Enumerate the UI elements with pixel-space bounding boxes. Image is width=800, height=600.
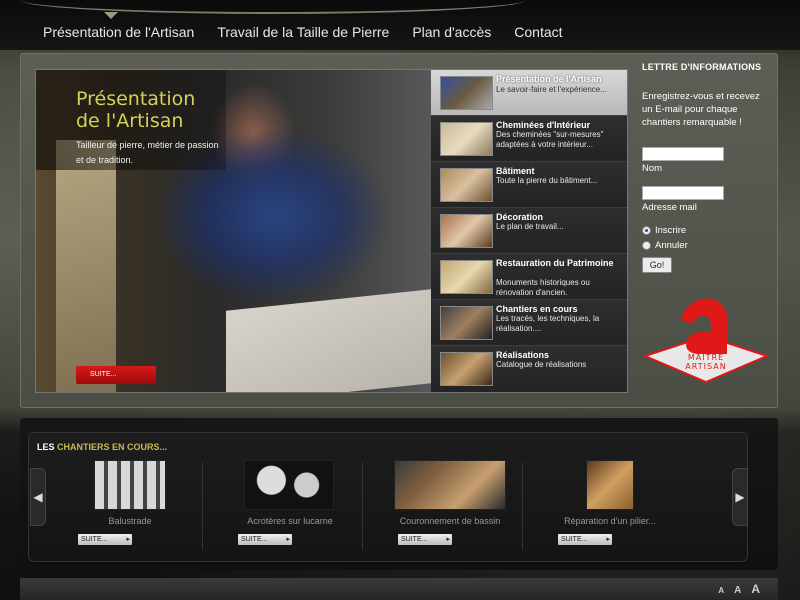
slide-item-desc: Monuments historiques ou rénovation d'an… bbox=[496, 278, 590, 297]
chevron-left-icon: ◀ bbox=[33, 490, 43, 504]
slide-item-decoration[interactable]: Décoration Le plan de travail... bbox=[431, 208, 627, 254]
slide-item-desc: Le savoir-faire et l'expérience... bbox=[496, 85, 607, 94]
radio-button-checked[interactable] bbox=[642, 226, 651, 235]
photo-stone-column bbox=[56, 140, 116, 392]
nav-item-presentation[interactable]: Présentation de l'Artisan bbox=[43, 24, 194, 40]
slide-item-desc: Des cheminées "sur-mesures" adaptées à v… bbox=[496, 130, 604, 149]
slide-item-title: Réalisations bbox=[496, 350, 550, 360]
slide-suite-button[interactable]: SUITE... bbox=[76, 366, 156, 384]
chantier-item-acroteres[interactable]: Acrotères sur lucarne SUITE... bbox=[210, 460, 370, 550]
nav-active-indicator bbox=[104, 12, 118, 19]
newsletter-heading-prefix: LETTRE bbox=[642, 62, 679, 72]
slide-item-desc: Le plan de travail... bbox=[496, 222, 564, 231]
radio-cancel[interactable]: Annuler bbox=[642, 240, 782, 251]
top-navigation: Présentation de l'Artisan Travail de la … bbox=[0, 0, 800, 50]
nav-decorative-arc bbox=[20, 0, 526, 14]
slide-thumb bbox=[440, 76, 493, 110]
nav-item-contact[interactable]: Contact bbox=[514, 24, 562, 40]
email-field[interactable] bbox=[642, 186, 724, 200]
newsletter-form: LETTRE D'INFORMATIONS Enregistrez-vous e… bbox=[642, 62, 782, 273]
font-size-large-button[interactable]: A bbox=[751, 582, 760, 596]
slide-item-chantiers[interactable]: Chantiers en cours Les tracés, les techn… bbox=[431, 300, 627, 346]
email-label: Adresse mail bbox=[642, 202, 697, 213]
radio-button-unchecked[interactable] bbox=[642, 241, 651, 250]
chantier-suite-button[interactable]: SUITE... bbox=[558, 534, 612, 545]
slide-item-batiment[interactable]: Bâtiment Toute la pierre du bâtiment... bbox=[431, 162, 627, 208]
carousel-divider bbox=[522, 462, 523, 550]
radio-cancel-label: Annuler bbox=[655, 240, 688, 251]
slide-item-title: Chantiers en cours bbox=[496, 304, 578, 314]
font-size-small-button[interactable]: A bbox=[718, 586, 724, 595]
slide-item-desc: Les tracés, les techniques, la réalisati… bbox=[496, 314, 600, 333]
newsletter-intro: Enregistrez-vous et recevez un E-mail po… bbox=[642, 91, 760, 128]
nav-menu: Présentation de l'Artisan Travail de la … bbox=[43, 24, 586, 40]
name-field[interactable] bbox=[642, 147, 724, 161]
slide-item-presentation[interactable]: Présentation de l'Artisan Le savoir-fair… bbox=[431, 70, 627, 116]
chantier-item-balustrade[interactable]: Balustrade SUITE... bbox=[50, 460, 210, 550]
slide-item-desc: Catalogue de réalisations bbox=[496, 360, 587, 369]
slide-list: Présentation de l'Artisan Le savoir-fair… bbox=[431, 70, 627, 392]
chantier-label: Couronnement de bassin bbox=[399, 516, 501, 526]
radio-subscribe-label: Inscrire bbox=[655, 225, 687, 236]
slide-item-realisations[interactable]: Réalisations Catalogue de réalisations bbox=[431, 346, 627, 392]
chantier-label: Balustrade bbox=[108, 516, 152, 526]
chantier-thumb bbox=[244, 460, 334, 510]
slide-photo-stonemason[interactable]: Présentation de l'Artisan Tailleur de pi… bbox=[36, 70, 431, 392]
slide-thumb bbox=[440, 306, 493, 340]
chantiers-heading-rest: CHANTIERS EN COURS... bbox=[57, 442, 168, 452]
slide-thumb bbox=[440, 168, 493, 202]
maitre-artisan-emblem: MAITRE ARTISAN bbox=[642, 298, 770, 384]
featured-slider: Présentation de l'Artisan Tailleur de pi… bbox=[35, 69, 628, 393]
chantier-suite-button[interactable]: SUITE... bbox=[78, 534, 132, 545]
nav-item-plan-acces[interactable]: Plan d'accès bbox=[412, 24, 491, 40]
chantier-thumb bbox=[586, 460, 634, 510]
chantier-suite-button[interactable]: SUITE... bbox=[398, 534, 452, 545]
newsletter-heading: LETTRE D'INFORMATIONS bbox=[642, 62, 782, 72]
chantier-label: Réparation d'un pilier... bbox=[564, 516, 656, 526]
slide-item-title: Bâtiment bbox=[496, 166, 535, 176]
slide-item-cheminees[interactable]: Cheminées d'Intérieur Des cheminées "sur… bbox=[431, 116, 627, 162]
slide-title: Présentation de l'Artisan bbox=[76, 88, 196, 132]
logo-line2: ARTISAN bbox=[685, 362, 726, 371]
nav-item-taille-pierre[interactable]: Travail de la Taille de Pierre bbox=[217, 24, 389, 40]
slide-thumb bbox=[440, 352, 493, 386]
slide-thumb bbox=[440, 260, 493, 294]
carousel-next-button[interactable]: ▶ bbox=[732, 468, 748, 526]
chantier-item-pilier[interactable]: Réparation d'un pilier... SUITE... bbox=[530, 460, 690, 550]
chantier-thumb bbox=[394, 460, 506, 510]
slide-item-title: Restauration du Patrimoine bbox=[496, 258, 614, 268]
go-button[interactable]: Go! bbox=[642, 257, 672, 273]
photo-stone-block bbox=[226, 289, 431, 392]
slide-thumb bbox=[440, 122, 493, 156]
carousel-prev-button[interactable]: ◀ bbox=[30, 468, 46, 526]
chantier-thumb bbox=[94, 460, 166, 510]
font-size-medium-button[interactable]: A bbox=[734, 585, 741, 596]
chantier-label: Acrotères sur lucarne bbox=[247, 516, 333, 526]
slide-item-title: Présentation de l'Artisan bbox=[496, 74, 602, 84]
chantiers-heading: LES CHANTIERS EN COURS... bbox=[37, 442, 167, 452]
radio-subscribe[interactable]: Inscrire bbox=[642, 225, 782, 236]
chevron-right-icon: ▶ bbox=[735, 490, 745, 504]
name-label: Nom bbox=[642, 163, 663, 174]
maitre-artisan-logo: MAITRE ARTISAN bbox=[642, 296, 770, 386]
slide-item-title: Décoration bbox=[496, 212, 544, 222]
slide-description: Tailleur de pierre, métier de passion et… bbox=[76, 140, 219, 165]
newsletter-heading-rest: D'INFORMATIONS bbox=[678, 62, 762, 72]
footer-bar bbox=[20, 578, 778, 600]
carousel-divider bbox=[202, 462, 203, 550]
logo-line1: MAITRE bbox=[688, 353, 724, 362]
slide-item-desc: Toute la pierre du bâtiment... bbox=[496, 176, 598, 185]
chantier-suite-button[interactable]: SUITE... bbox=[238, 534, 292, 545]
chantiers-heading-prefix: LES bbox=[37, 442, 58, 452]
slide-thumb bbox=[440, 214, 493, 248]
font-size-controls: A A A bbox=[718, 582, 760, 596]
slide-item-title: Cheminées d'Intérieur bbox=[496, 120, 591, 130]
carousel-divider bbox=[362, 462, 363, 550]
chantier-item-couronnement[interactable]: Couronnement de bassin SUITE... bbox=[370, 460, 530, 550]
slide-item-restauration[interactable]: Restauration du Patrimoine Monuments his… bbox=[431, 254, 627, 300]
